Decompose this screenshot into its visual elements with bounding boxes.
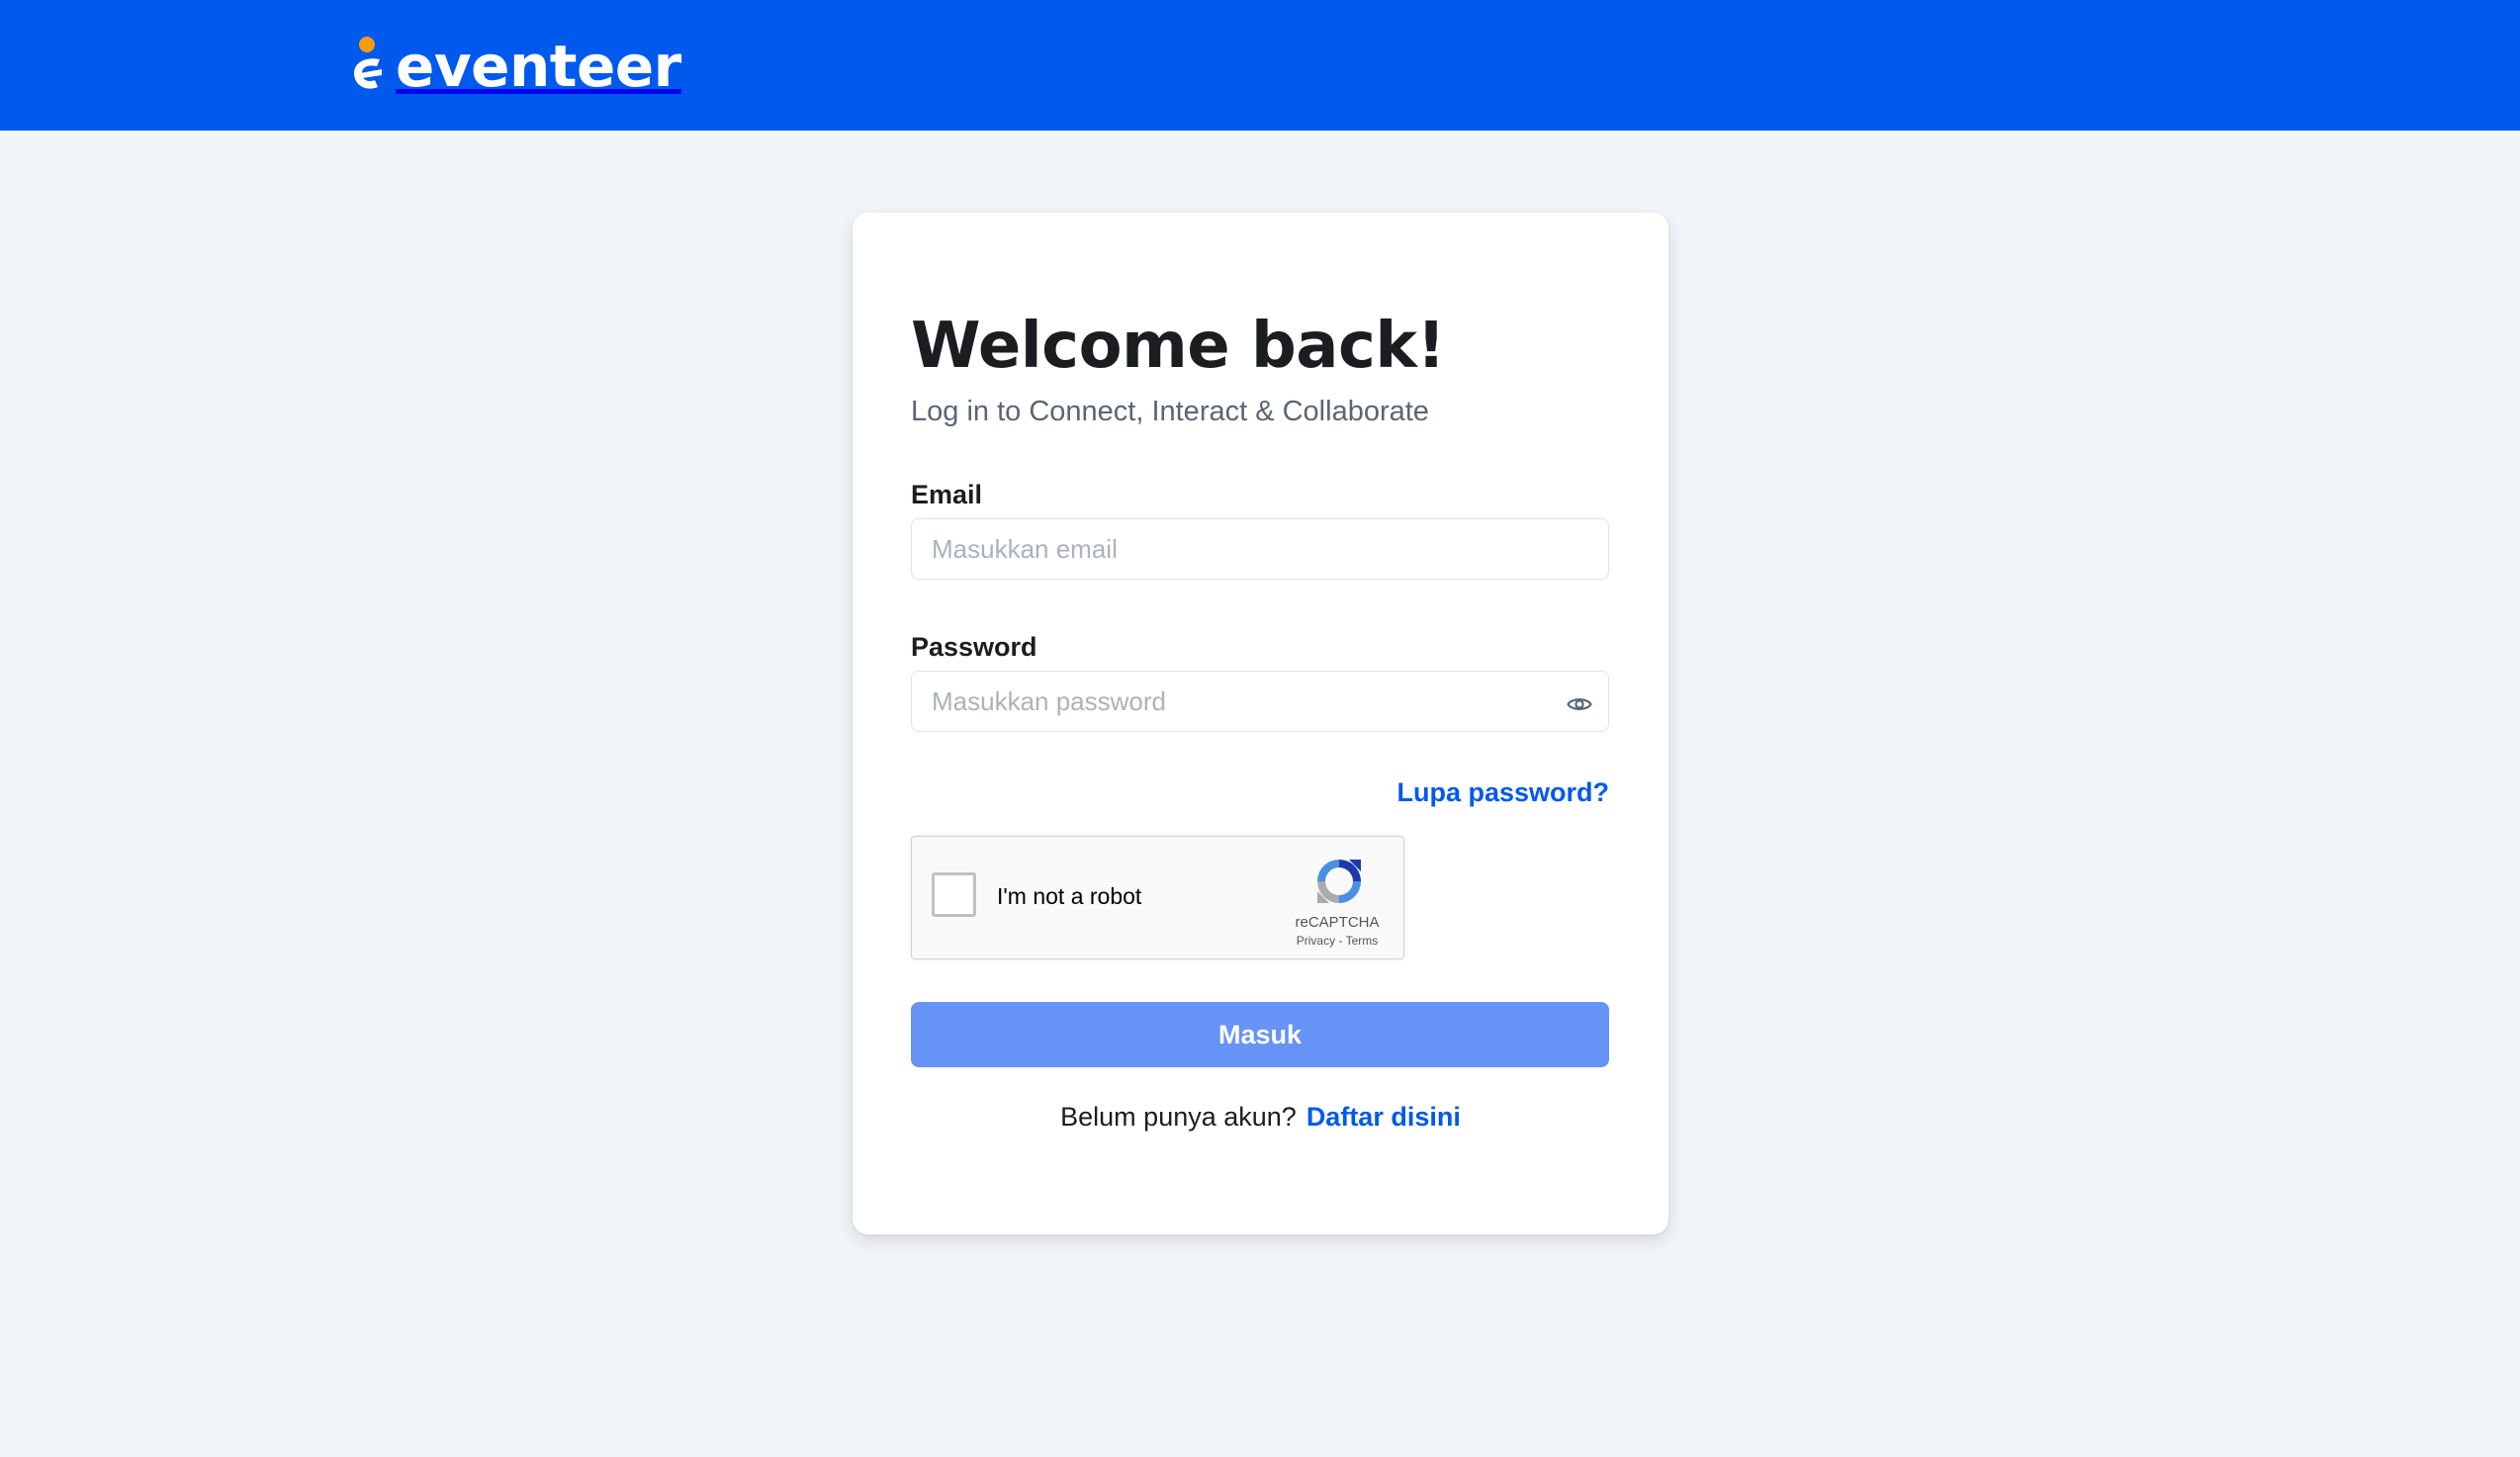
signup-prompt: Belum punya akun?: [1060, 1102, 1297, 1132]
recaptcha-brand: reCAPTCHA: [1295, 914, 1380, 931]
signup-row: Belum punya akun? Daftar disini: [853, 1102, 1668, 1133]
eye-icon[interactable]: [1565, 689, 1594, 719]
recaptcha-label: I'm not a robot: [997, 883, 1142, 909]
login-card: Welcome back! Log in to Connect, Interac…: [853, 213, 1668, 1234]
forgot-password-link[interactable]: Lupa password?: [1396, 777, 1609, 808]
recaptcha-privacy-link[interactable]: Privacy: [1297, 934, 1335, 948]
recaptcha-logo-icon: [1317, 860, 1361, 903]
recaptcha-links-separator: -: [1335, 934, 1346, 948]
password-label: Password: [911, 632, 1037, 662]
login-submit-button[interactable]: Masuk: [911, 1002, 1609, 1067]
eventeer-logo-icon: [354, 37, 382, 89]
page-subtitle: Log in to Connect, Interact & Collaborat…: [911, 396, 1429, 427]
recaptcha-terms-link[interactable]: Terms: [1346, 934, 1379, 948]
email-label: Email: [911, 480, 983, 509]
password-field[interactable]: [911, 671, 1609, 732]
email-field[interactable]: [911, 518, 1609, 580]
recaptcha-checkbox[interactable]: [932, 872, 976, 917]
eventeer-logo[interactable]: eventeer: [350, 36, 681, 97]
recaptcha-links: Privacy - Terms: [1248, 934, 1426, 948]
signup-link[interactable]: Daftar disini: [1306, 1102, 1461, 1132]
page-title: Welcome back!: [911, 310, 1446, 383]
logo-wordmark: eventeer: [396, 33, 681, 100]
top-navbar: eventeer: [0, 0, 2520, 131]
recaptcha-widget: I'm not a robot reCAPTCHA Privacy - Term…: [911, 836, 1404, 959]
